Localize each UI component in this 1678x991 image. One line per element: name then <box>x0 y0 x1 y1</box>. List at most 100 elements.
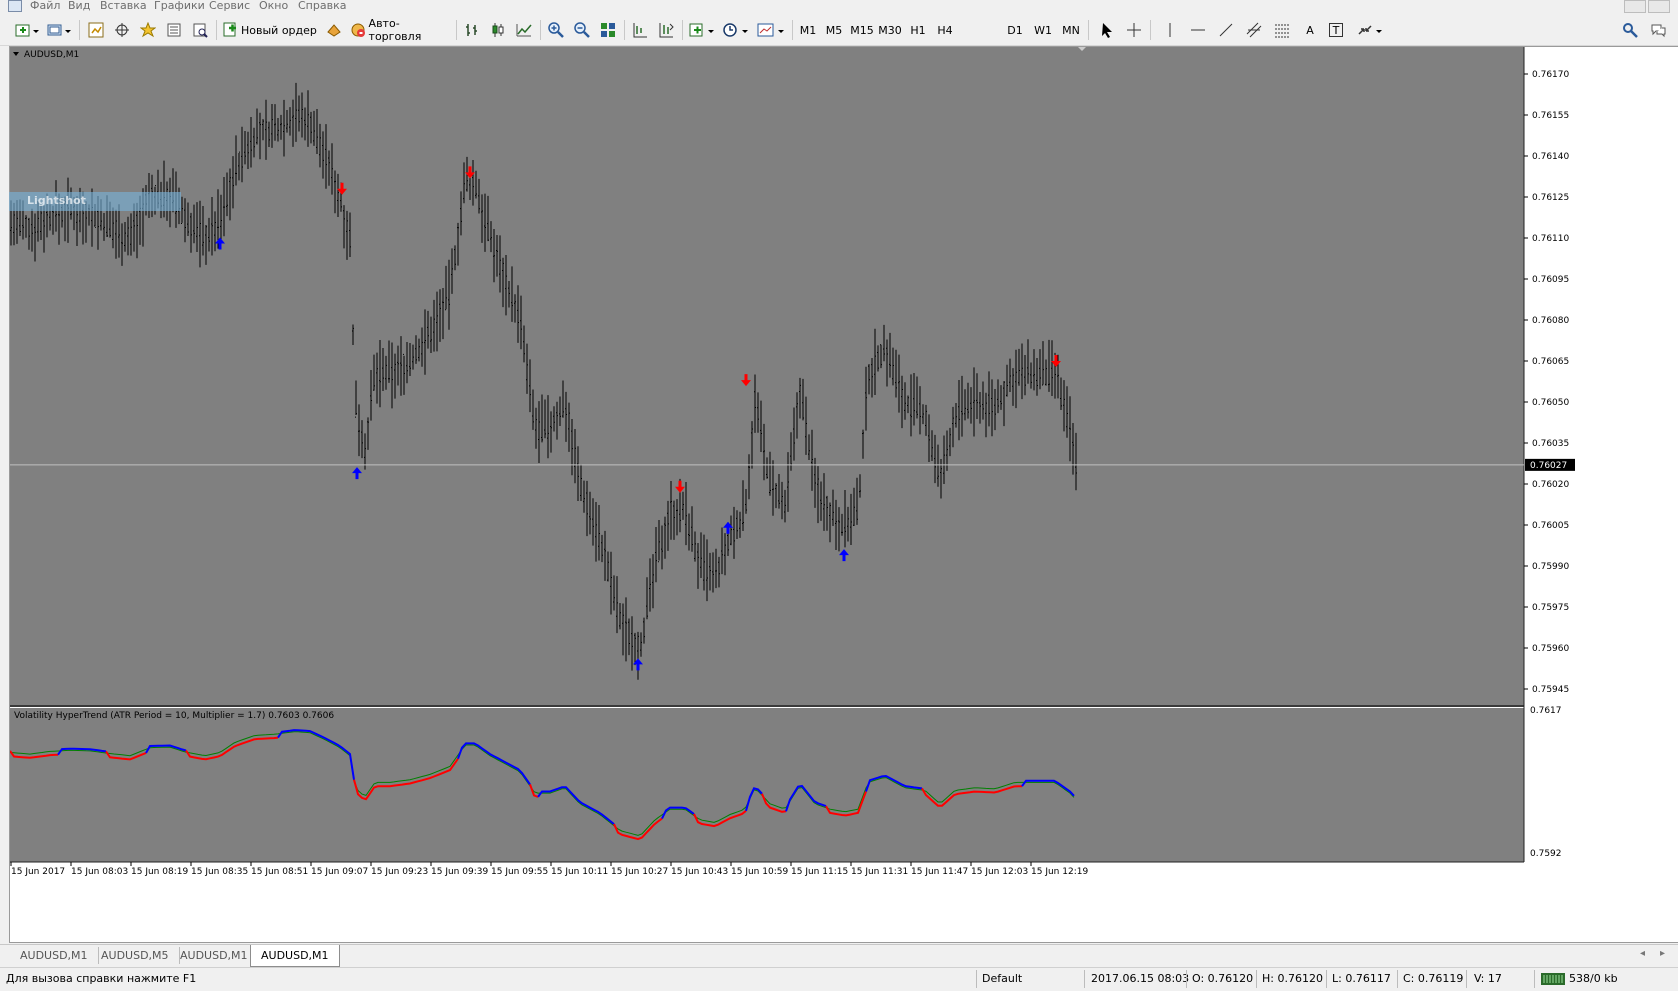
menu-charts[interactable]: Графики <box>154 0 205 12</box>
price-tick-label: 0.76080 <box>1532 316 1569 326</box>
price-tick-label: 0.75990 <box>1532 562 1569 572</box>
tab-chart-2[interactable]: AUDUSD,M5 <box>91 947 180 964</box>
time-tick-label: 15 Jun 08:19 <box>131 867 188 877</box>
terminal-icon[interactable] <box>164 19 184 41</box>
auto-trading-button[interactable]: Авто-торговля <box>350 17 450 43</box>
chart-canvas[interactable]: 0.76170 0.76155 0.76140 0.76125 0.76110 0.760… <box>10 47 1678 942</box>
templates-button[interactable] <box>756 19 786 41</box>
text-tool[interactable]: A <box>1300 19 1320 41</box>
cursor-icon[interactable] <box>1097 19 1117 41</box>
crosshair-icon[interactable] <box>1124 19 1144 41</box>
toolbar: Новый ордер Авто-торговля M1 M5 M15 M30 … <box>0 15 1678 46</box>
tile-windows-icon[interactable] <box>598 19 618 41</box>
search-icon[interactable] <box>1620 19 1640 41</box>
menu-help[interactable]: Справка <box>298 0 346 12</box>
chat-icon[interactable] <box>1648 19 1668 41</box>
menu-window[interactable]: Окно <box>259 0 288 12</box>
current-price-label: 0.76027 <box>1530 461 1567 471</box>
timeframe-m5[interactable]: M5 <box>822 19 846 41</box>
timeframe-h4[interactable]: H4 <box>933 19 957 41</box>
favorites-icon[interactable] <box>138 19 158 41</box>
candlestick-icon[interactable] <box>488 19 508 41</box>
indicator-plot-area <box>10 708 1524 862</box>
indicator-tick-label: 0.7617 <box>1530 706 1562 716</box>
status-open: O: 0.76120 <box>1192 972 1254 985</box>
time-tick-label: 15 Jun 10:43 <box>671 867 728 877</box>
horizontal-line-icon[interactable] <box>1188 19 1208 41</box>
status-volume: V: 17 <box>1474 972 1502 985</box>
timeframe-d1[interactable]: D1 <box>1003 19 1027 41</box>
text-label-icon[interactable]: T <box>1326 19 1346 41</box>
tab-chart-3[interactable]: AUDUSD,M1 <box>170 947 259 964</box>
tab-scroll-right-icon[interactable]: ▸ <box>1660 948 1665 959</box>
timeframe-m1[interactable]: M1 <box>796 19 820 41</box>
price-tick-label: 0.76155 <box>1532 111 1569 121</box>
chart-window[interactable]: 0.76170 0.76155 0.76140 0.76125 0.76110 0.760… <box>9 46 1678 943</box>
tab-scroll-left-icon[interactable]: ◂ <box>1640 948 1645 959</box>
tab-chart-1[interactable]: AUDUSD,M1 <box>10 947 99 964</box>
autoscroll-icon[interactable] <box>656 19 676 41</box>
arrows-button[interactable] <box>1356 19 1384 41</box>
tab-chart-4[interactable]: AUDUSD,M1 <box>250 945 340 967</box>
auto-trading-label: Авто-торговля <box>368 17 422 43</box>
bar-chart-icon[interactable] <box>462 19 482 41</box>
new-order-button[interactable]: Новый ордер <box>222 19 318 41</box>
time-tick-label: 15 Jun 09:39 <box>431 867 488 877</box>
time-tick-label: 15 Jun 12:03 <box>971 867 1028 877</box>
status-datetime: 2017.06.15 08:03 <box>1091 972 1190 985</box>
lightshot-text: Lightshot <box>27 194 86 207</box>
time-tick-label: 15 Jun 08:03 <box>71 867 128 877</box>
indicators-button[interactable] <box>688 19 716 41</box>
app-icon[interactable] <box>8 0 22 12</box>
market-watch-icon[interactable] <box>86 19 106 41</box>
time-tick-label: 15 Jun 09:07 <box>311 867 368 877</box>
channel-icon[interactable] <box>1244 19 1264 41</box>
window-controls <box>1622 0 1670 13</box>
new-chart-button[interactable] <box>14 19 40 41</box>
zoom-out-icon[interactable] <box>572 19 592 41</box>
new-order-icon <box>223 22 236 37</box>
chart-symbol-label: AUDUSD,M1 <box>24 50 79 60</box>
timeframe-mn[interactable]: MN <box>1058 19 1084 41</box>
line-chart-icon[interactable] <box>514 19 534 41</box>
menu-insert[interactable]: Вставка <box>100 0 147 12</box>
chart-shift-icon[interactable] <box>630 19 650 41</box>
price-tick-label: 0.76110 <box>1532 234 1569 244</box>
status-profile: Default <box>982 972 1023 985</box>
price-axis-area <box>1524 47 1678 942</box>
price-tick-label: 0.75975 <box>1532 603 1569 613</box>
menu-tools[interactable]: Сервис <box>209 0 250 12</box>
profiles-button[interactable] <box>46 19 72 41</box>
time-tick-label: 15 Jun 08:35 <box>191 867 248 877</box>
periods-button[interactable] <box>722 19 750 41</box>
navigator-icon[interactable] <box>112 19 132 41</box>
status-help: Для вызова справки нажмите F1 <box>6 972 197 985</box>
time-tick-label: 15 Jun 09:23 <box>371 867 428 877</box>
timeframe-h1[interactable]: H1 <box>906 19 930 41</box>
label-tool-frame: T <box>1329 23 1343 37</box>
price-tick-label: 0.76170 <box>1532 70 1569 80</box>
connection-icon[interactable] <box>1541 972 1565 986</box>
tester-icon[interactable] <box>190 19 210 41</box>
indicator-tick-label: 0.7592 <box>1530 849 1562 859</box>
menu-file[interactable]: Файл <box>30 0 60 12</box>
status-bar: Для вызова справки нажмите F1 Default 20… <box>0 967 1678 991</box>
vertical-line-icon[interactable] <box>1160 19 1180 41</box>
fibonacci-icon[interactable] <box>1272 19 1292 41</box>
price-tick-label: 0.76035 <box>1532 439 1569 449</box>
close-button[interactable] <box>1648 0 1670 13</box>
price-tick-label: 0.76125 <box>1532 193 1569 203</box>
timeframe-w1[interactable]: W1 <box>1031 19 1055 41</box>
minimize-button[interactable] <box>1624 0 1646 13</box>
metaeditor-icon[interactable] <box>324 19 344 41</box>
menu-view[interactable]: Вид <box>68 0 90 12</box>
time-tick-label: 15 Jun 11:15 <box>791 867 848 877</box>
timeframe-m30[interactable]: M30 <box>876 19 904 41</box>
zoom-in-icon[interactable] <box>546 19 566 41</box>
timeframe-m15[interactable]: M15 <box>848 19 876 41</box>
time-tick-label: 15 Jun 12:19 <box>1031 867 1088 877</box>
price-tick-label: 0.76020 <box>1532 480 1569 490</box>
auto-trading-icon <box>351 23 365 37</box>
status-traffic: 538/0 kb <box>1569 972 1618 985</box>
trendline-icon[interactable] <box>1216 19 1236 41</box>
